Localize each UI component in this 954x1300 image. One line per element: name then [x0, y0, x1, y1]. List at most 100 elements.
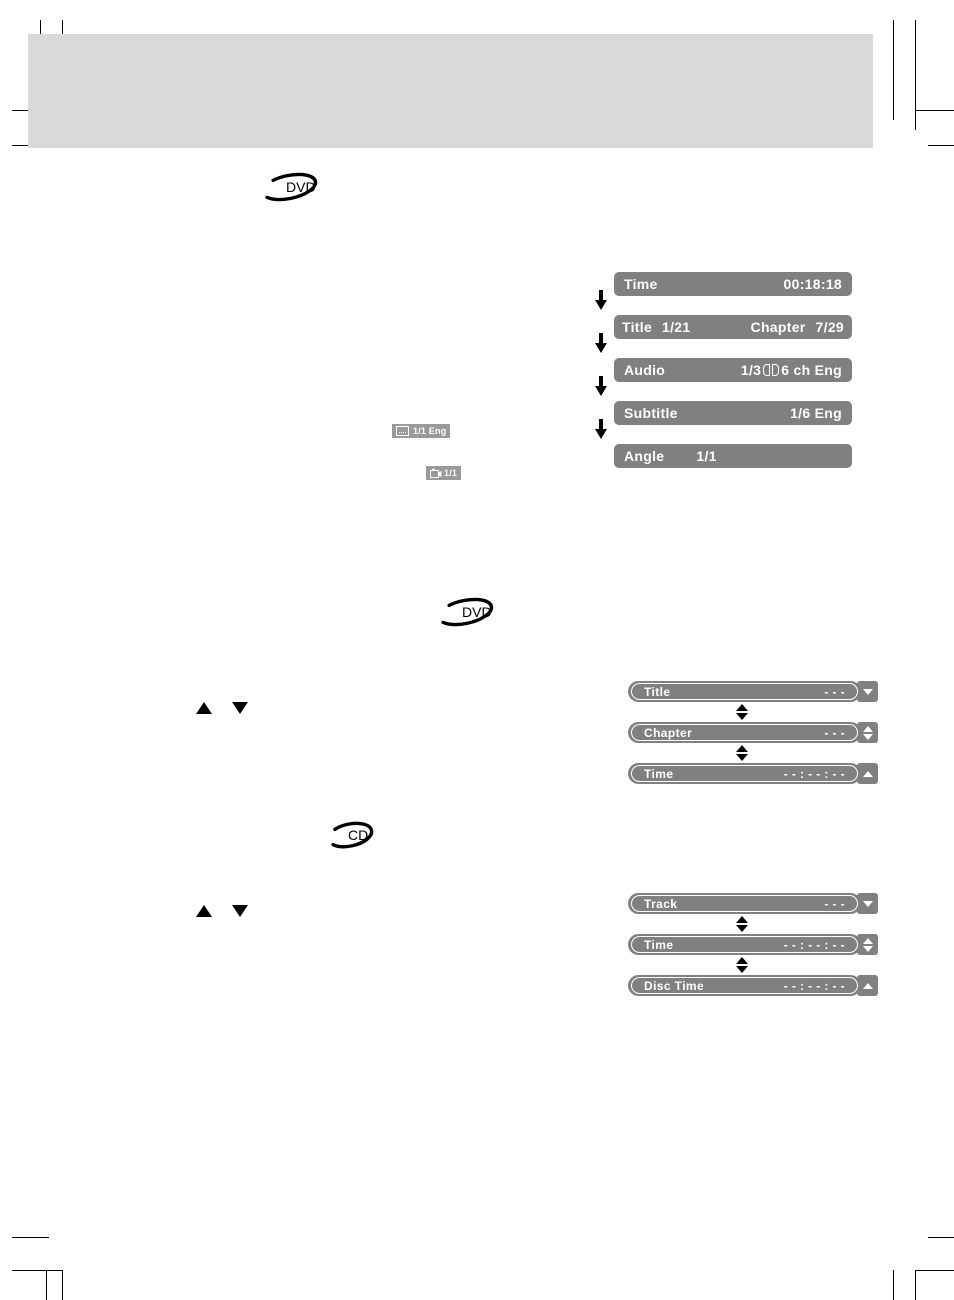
chevron-up-icon[interactable]: [862, 725, 873, 732]
crop-mark-br-v2: [915, 1270, 916, 1300]
crop-mark-tr-v1: [893, 20, 894, 120]
flow-down-arrow-icon: [595, 333, 607, 353]
osd-dvd-search-group: Title - - - Chapter - - - Time - -: - -…: [628, 681, 878, 784]
osd-bar-subtitle-value: 1/6 Eng: [790, 405, 842, 421]
flow-down-arrow-icon: [595, 290, 607, 310]
osd-bar-time-label: Time: [624, 276, 658, 292]
connector-down-icon: [736, 925, 748, 932]
crop-mark-tr-h2: [928, 145, 954, 146]
crop-mark-bl-v2: [62, 1270, 63, 1300]
osd-bar-audio[interactable]: Audio 1/3 6 ch Eng: [614, 358, 852, 382]
osd-bar-angle[interactable]: Angle 1/1: [614, 444, 852, 468]
menu-connector-2: [628, 743, 878, 763]
crop-mark-bl-h1: [12, 1237, 49, 1238]
menu-connector-3: [628, 914, 878, 934]
dolby-digital-icon: [763, 364, 780, 376]
menu-row-track: Track - - -: [628, 893, 878, 914]
chevron-up-icon[interactable]: [862, 937, 873, 944]
connector-up-icon: [736, 745, 748, 752]
menu-field-cd-time[interactable]: Time - - : - - : - -: [628, 934, 861, 955]
menu-connector-4: [628, 955, 878, 975]
down-triangle-icon[interactable]: [232, 905, 248, 917]
disc-badge-dvd-middle-label: DVD: [462, 604, 492, 620]
menu-field-time[interactable]: Time - - : - - : - -: [628, 763, 861, 784]
menu-field-track-label: Track: [644, 896, 678, 911]
menu-field-time-label: Time: [644, 766, 674, 781]
crop-mark-bl-h2: [12, 1270, 62, 1271]
menu-connector-1: [628, 702, 878, 722]
osd-bar-chapter-value: 7/29: [815, 319, 844, 335]
manual-page: DVD Time 00:18:18 Title 1/21 Chapter 7/2…: [0, 0, 954, 1300]
angle-status-chip: 1/1: [426, 466, 462, 480]
menu-row-title: Title - - -: [628, 681, 878, 702]
menu-field-disc-time[interactable]: Disc Time - - : - - : - -: [628, 975, 861, 996]
connector-up-icon: [736, 957, 748, 964]
chevron-down-icon[interactable]: [862, 945, 873, 952]
osd-bar-audio-stream: 1/3: [740, 362, 762, 378]
disc-badge-dvd-top: DVD: [258, 170, 320, 204]
flow-down-arrow-icon: [595, 376, 607, 396]
menu-field-chapter[interactable]: Chapter - - -: [628, 722, 861, 743]
menu-row-time: Time - - : - - : - -: [628, 763, 878, 784]
osd-bar-title-chapter[interactable]: Title 1/21 Chapter 7/29: [614, 315, 852, 339]
connector-down-icon: [736, 754, 748, 761]
menu-field-chapter-value: - - -: [824, 725, 845, 740]
down-triangle-icon[interactable]: [232, 702, 248, 714]
up-triangle-icon[interactable]: [196, 702, 212, 714]
osd-bar-time-value: 00:18:18: [783, 276, 842, 292]
connector-up-icon: [736, 916, 748, 923]
menu-field-disc-time-value: - - : - - : - -: [783, 978, 845, 993]
osd-row-title-chapter: Title 1/21 Chapter 7/29: [592, 315, 862, 358]
osd-bar-audio-label: Audio: [624, 362, 666, 378]
page-header-band: [28, 34, 873, 148]
osd-bar-title-label: Title: [622, 319, 653, 335]
disc-badge-dvd-middle: DVD: [434, 595, 496, 629]
osd-bar-subtitle-label: Subtitle: [624, 405, 678, 421]
osd-bar-angle-label: Angle: [624, 448, 665, 464]
osd-bar-time[interactable]: Time 00:18:18: [614, 272, 852, 296]
menu-field-cd-time-label: Time: [644, 937, 674, 952]
disc-badge-dvd-top-label: DVD: [286, 179, 316, 195]
connector-down-icon: [736, 966, 748, 973]
disc-badge-cd-label: CD: [348, 827, 368, 843]
osd-bar-subtitle[interactable]: Subtitle 1/6 Eng: [614, 401, 852, 425]
menu-field-chapter-label: Chapter: [644, 725, 693, 740]
menu-field-disc-time-label: Disc Time: [644, 978, 705, 993]
menu-field-time-value: - - : - - : - -: [783, 766, 845, 781]
subtitle-status-chip-label: 1/1 Eng: [413, 426, 447, 436]
up-triangle-icon[interactable]: [196, 905, 212, 917]
chevron-down-icon[interactable]: [862, 900, 873, 907]
chevron-down-icon[interactable]: [862, 688, 873, 695]
crop-mark-bl-v1: [46, 1270, 47, 1300]
chevron-down-icon[interactable]: [862, 733, 873, 740]
camera-angle-icon: [430, 468, 442, 479]
osd-row-subtitle: Subtitle 1/6 Eng: [592, 401, 862, 444]
crop-mark-br-v1: [893, 1270, 894, 1300]
subtitle-icon: [396, 426, 409, 436]
crop-mark-tr-v2: [915, 20, 916, 130]
osd-cd-search-group: Track - - - Time - - : - - : - - Disc Ti…: [628, 893, 878, 996]
osd-bar-angle-value: 1/1: [696, 448, 717, 464]
chevron-up-icon[interactable]: [862, 770, 873, 777]
menu-field-title-value: - - -: [824, 684, 845, 699]
chevron-up-icon[interactable]: [862, 982, 873, 989]
menu-field-title[interactable]: Title - - -: [628, 681, 861, 702]
connector-up-icon: [736, 704, 748, 711]
osd-row-angle: Angle 1/1: [592, 444, 862, 487]
nav-triangle-pair-cd: [196, 905, 248, 917]
crop-mark-tr-h1: [915, 110, 954, 111]
osd-bar-title-value: 1/21: [662, 319, 691, 335]
subtitle-status-chip: 1/1 Eng: [392, 424, 451, 438]
menu-row-chapter: Chapter - - -: [628, 722, 878, 743]
crop-mark-br-h1: [928, 1237, 954, 1238]
menu-field-track[interactable]: Track - - -: [628, 893, 861, 914]
osd-dvd-info-group: Time 00:18:18 Title 1/21 Chapter 7/29 Au…: [592, 272, 862, 487]
menu-field-track-value: - - -: [824, 896, 845, 911]
angle-status-chip-label: 1/1: [444, 468, 458, 478]
menu-row-disc-time: Disc Time - - : - - : - -: [628, 975, 878, 996]
crop-mark-br-h2: [915, 1270, 954, 1271]
menu-field-title-label: Title: [644, 684, 671, 699]
disc-badge-cd: CD: [322, 818, 384, 852]
menu-field-cd-time-value: - - : - - : - -: [783, 937, 845, 952]
nav-triangle-pair-dvd: [196, 702, 248, 714]
